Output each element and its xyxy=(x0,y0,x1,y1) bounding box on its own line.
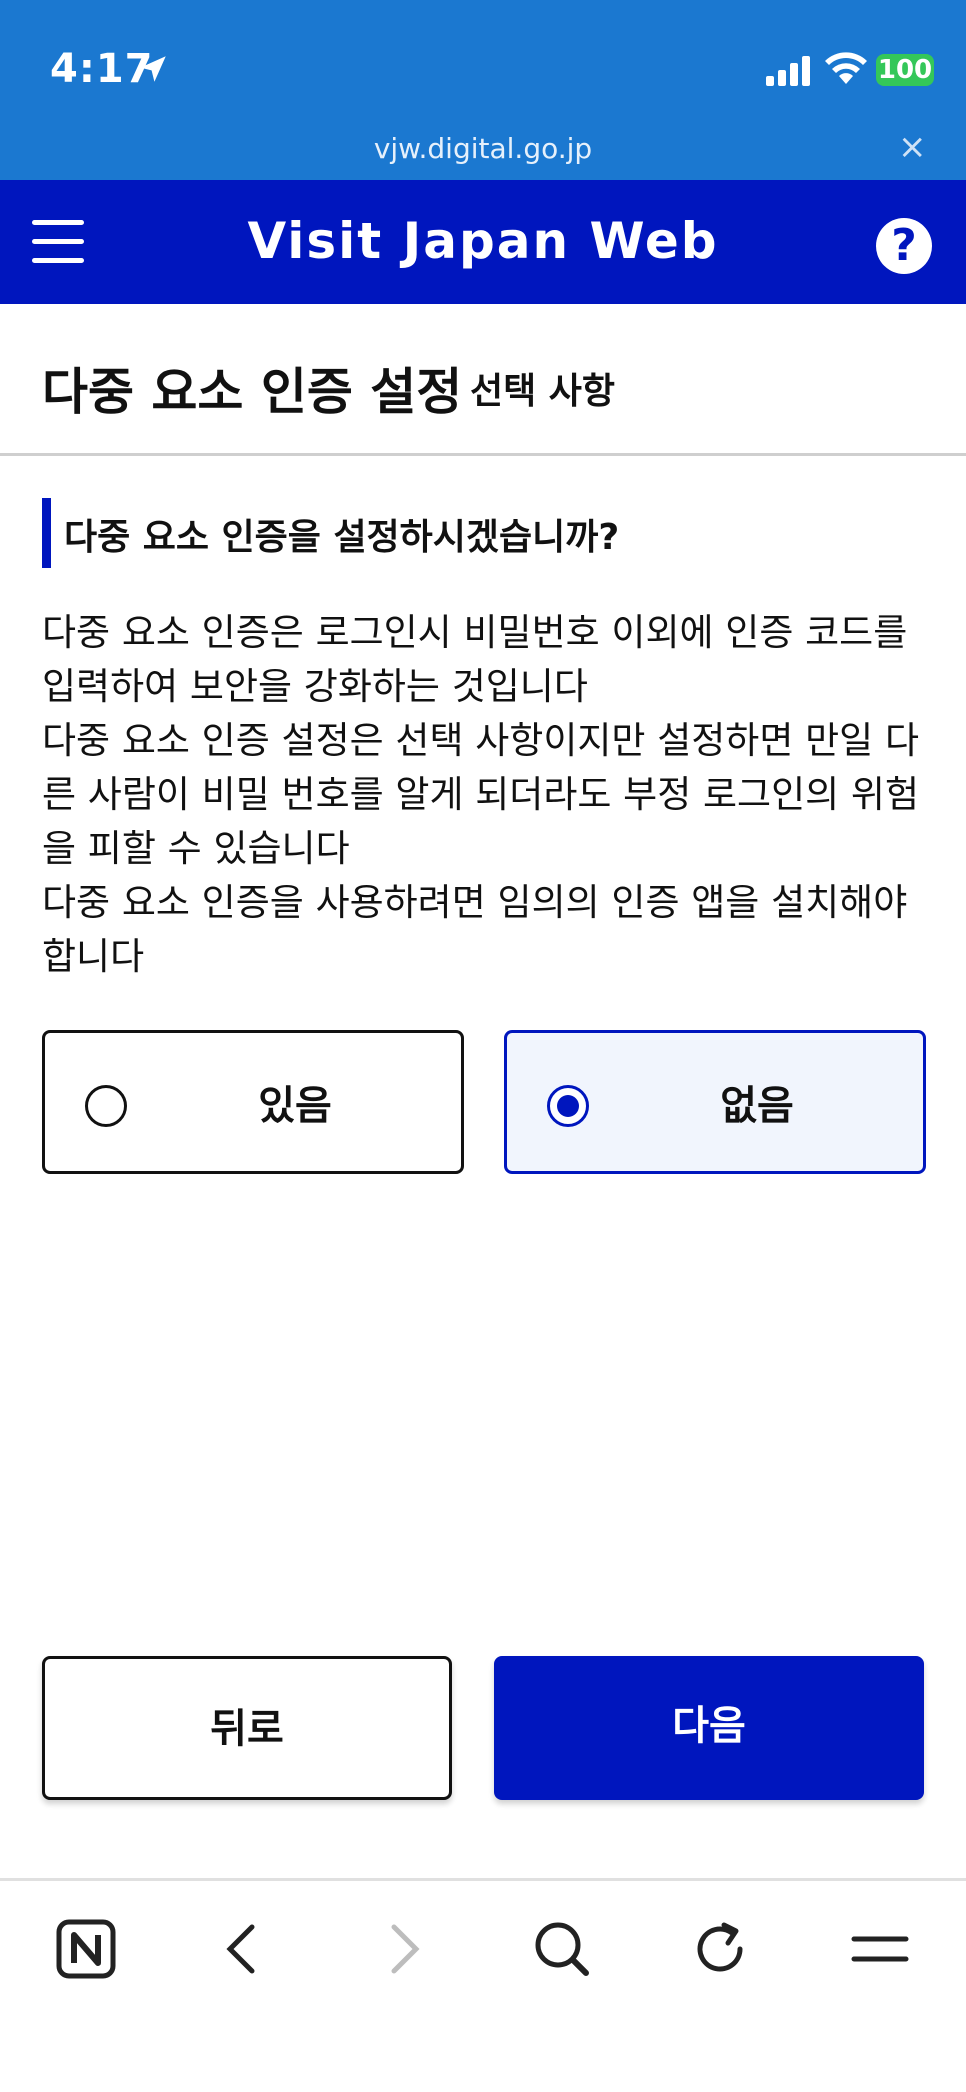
section-heading: 다중 요소 인증을 설정하시겠습니까? xyxy=(64,517,620,558)
app-header: Visit Japan Web ? xyxy=(0,180,966,304)
description-text: 다중 요소 인증은 로그인시 비밀번호 이외에 인증 코드를 입력하여 보안을 … xyxy=(42,606,932,984)
next-button[interactable]: 다음 xyxy=(494,1656,924,1800)
section-accent-bar xyxy=(42,498,51,568)
back-arrow-icon[interactable] xyxy=(212,1917,276,1981)
radio-unchecked-icon xyxy=(85,1085,127,1127)
browser-top-bar: 4:17 100 vjw.digital.go.jp × xyxy=(0,0,966,180)
back-button[interactable]: 뒤로 xyxy=(42,1656,452,1800)
close-icon[interactable]: × xyxy=(898,130,927,164)
description-paragraph: 다중 요소 인증을 사용하려면 임의의 인증 앱을 설치해야 합니다 xyxy=(42,881,908,978)
browser-bottom-toolbar xyxy=(0,1878,966,2092)
radio-label-yes: 있음 xyxy=(258,1083,332,1129)
description-paragraph: 다중 요소 인증 설정은 선택 사항이지만 설정하면 만일 다른 사람이 비밀 … xyxy=(42,719,920,870)
radio-checked-icon xyxy=(547,1085,589,1127)
url-text[interactable]: vjw.digital.go.jp xyxy=(0,132,966,165)
app-title: Visit Japan Web xyxy=(247,212,719,270)
naver-n-icon[interactable] xyxy=(54,1917,118,1981)
page-title: 다중 요소 인증 설정 xyxy=(42,363,463,421)
battery-indicator: 100 xyxy=(876,54,934,86)
reload-icon[interactable] xyxy=(688,1917,752,1981)
description-paragraph: 다중 요소 인증은 로그인시 비밀번호 이외에 인증 코드를 입력하여 보안을 … xyxy=(42,611,908,708)
page-title-row: 다중 요소 인증 설정 선택 사항 xyxy=(0,304,966,456)
cellular-signal-icon xyxy=(766,56,810,86)
search-icon[interactable] xyxy=(530,1917,594,1981)
location-arrow-icon xyxy=(140,56,166,82)
forward-arrow-icon xyxy=(391,1924,420,1974)
optional-label: 선택 사항 xyxy=(470,371,616,412)
help-icon[interactable]: ? xyxy=(876,218,932,274)
wifi-icon xyxy=(825,52,867,84)
radio-option-no[interactable]: 없음 xyxy=(504,1030,926,1174)
radio-label-no: 없음 xyxy=(720,1083,794,1129)
radio-option-yes[interactable]: 있음 xyxy=(42,1030,464,1174)
menu-icon[interactable] xyxy=(848,1917,912,1981)
